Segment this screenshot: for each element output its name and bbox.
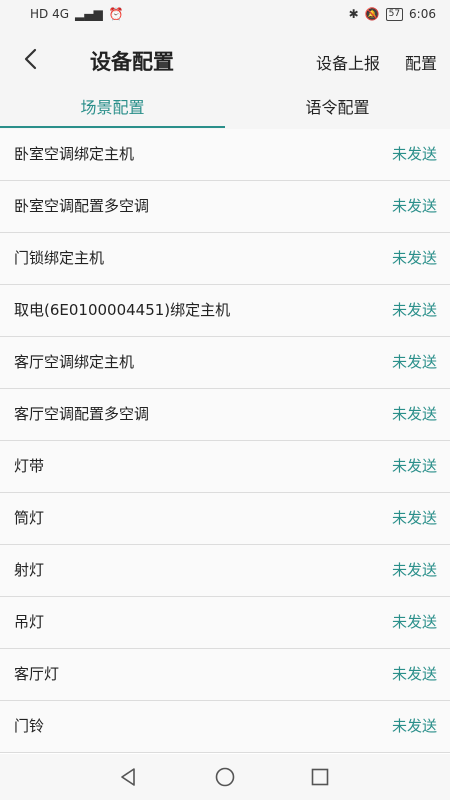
tab-bar: 场景配置 语令配置 <box>0 88 450 130</box>
list-item[interactable]: 筒灯 未发送 <box>0 493 450 545</box>
list-item[interactable]: 客厅灯 未发送 <box>0 649 450 701</box>
item-name: 门锁绑定主机 <box>14 249 105 267</box>
item-status: 未发送 <box>391 301 437 319</box>
item-status: 未发送 <box>391 717 437 735</box>
item-name: 客厅空调配置多空调 <box>14 405 150 423</box>
clock-time: 6:06 <box>409 7 436 21</box>
device-list: 卧室空调绑定主机 未发送 卧室空调配置多空调 未发送 门锁绑定主机 未发送 取电… <box>0 129 450 754</box>
item-status: 未发送 <box>391 145 437 163</box>
item-name: 卧室空调配置多空调 <box>14 197 150 215</box>
item-status: 未发送 <box>391 353 437 371</box>
nav-recent-button[interactable] <box>309 766 331 788</box>
alarm-icon: ⏰ <box>108 7 124 21</box>
list-item[interactable]: 卧室空调绑定主机 未发送 <box>0 129 450 181</box>
device-report-button[interactable]: 设备上报 <box>316 50 380 74</box>
item-name: 客厅空调绑定主机 <box>14 353 135 371</box>
list-item[interactable]: 吊灯 未发送 <box>0 597 450 649</box>
item-name: 卧室空调绑定主机 <box>14 145 135 163</box>
square-recent-icon <box>311 768 329 786</box>
item-status: 未发送 <box>391 405 437 423</box>
config-button[interactable]: 配置 <box>405 50 437 74</box>
battery-icon: 57 <box>385 7 404 21</box>
status-bar: HD 4G ▂▄▆ ⏰ ✱ 🔕 57 6:06 <box>0 0 450 30</box>
item-status: 未发送 <box>391 561 437 579</box>
nav-back-button[interactable] <box>117 766 139 788</box>
status-right: ✱ 🔕 57 6:06 <box>349 7 436 21</box>
item-name: 取电(6E0100004451)绑定主机 <box>14 301 231 319</box>
signal-icon: ▂▄▆ <box>75 7 103 21</box>
tab-scene-config[interactable]: 场景配置 <box>0 88 225 128</box>
list-item[interactable]: 灯带 未发送 <box>0 441 450 493</box>
item-name: 吊灯 <box>14 613 45 631</box>
status-left: HD 4G ▂▄▆ ⏰ <box>30 7 124 21</box>
item-status: 未发送 <box>391 613 437 631</box>
item-name: 筒灯 <box>14 509 45 527</box>
item-name: 射灯 <box>14 561 45 579</box>
item-status: 未发送 <box>391 457 437 475</box>
page-title: 设备配置 <box>90 50 174 74</box>
list-item[interactable]: 卧室空调配置多空调 未发送 <box>0 181 450 233</box>
back-arrow-icon <box>24 48 37 70</box>
bluetooth-icon: ✱ <box>348 7 359 21</box>
item-status: 未发送 <box>391 197 437 215</box>
list-item[interactable]: 客厅空调绑定主机 未发送 <box>0 337 450 389</box>
item-name: 门铃 <box>14 717 45 735</box>
list-item[interactable]: 射灯 未发送 <box>0 545 450 597</box>
circle-home-icon <box>215 767 235 787</box>
triangle-back-icon <box>121 768 135 786</box>
list-item[interactable]: 门锁绑定主机 未发送 <box>0 233 450 285</box>
item-status: 未发送 <box>391 665 437 683</box>
item-status: 未发送 <box>391 509 437 527</box>
list-item[interactable]: 门铃 未发送 <box>0 701 450 753</box>
back-button[interactable] <box>18 46 44 72</box>
tab-voice-config[interactable]: 语令配置 <box>225 88 450 128</box>
item-status: 未发送 <box>391 249 437 267</box>
list-item[interactable]: 取电(6E0100004451)绑定主机 未发送 <box>0 285 450 337</box>
network-indicator: HD 4G <box>30 7 70 21</box>
system-nav-bar <box>0 754 450 800</box>
mute-icon: 🔕 <box>364 7 380 21</box>
item-name: 灯带 <box>14 457 45 475</box>
list-item[interactable]: 客厅空调配置多空调 未发送 <box>0 389 450 441</box>
nav-home-button[interactable] <box>214 766 236 788</box>
item-name: 客厅灯 <box>14 665 60 683</box>
app-header: 设备配置 设备上报 配置 <box>0 30 450 88</box>
